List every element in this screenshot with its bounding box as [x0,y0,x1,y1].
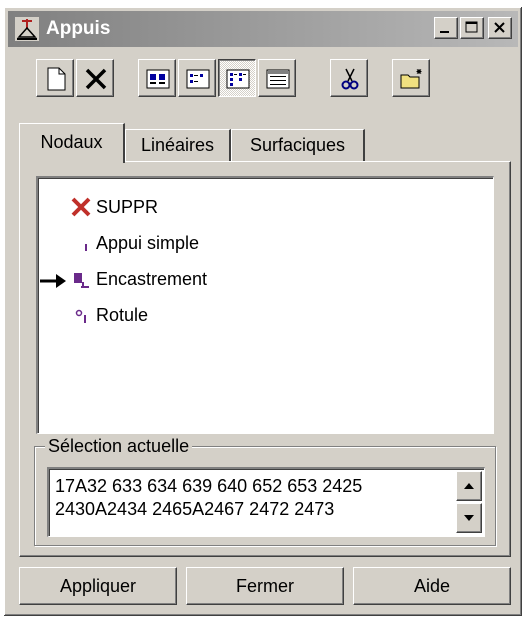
new-icon [47,67,66,91]
close-button[interactable] [488,17,512,39]
scroll-up-button[interactable] [456,471,482,501]
close-dialog-button[interactable]: Fermer [186,567,344,605]
minimize-icon [440,31,449,33]
selection-group: Sélection actuelle 17A32 633 634 639 640… [34,435,496,546]
minimize-button[interactable] [434,17,458,39]
tree-item-label: SUPPR [96,197,159,217]
maximize-button[interactable] [460,17,484,39]
new-folder-button[interactable] [392,59,430,97]
appuis-window: Appuis Nodaux Linéaires Surfaciques SUPP… [3,6,523,617]
list-view-button[interactable] [218,59,256,97]
large-icons-view-button[interactable] [138,59,176,97]
tab-label: Linéaires [140,135,215,155]
title-bar[interactable]: Appuis [8,11,518,47]
cut-button[interactable] [330,59,368,97]
red-x-icon [71,197,91,217]
tree-item-appui-simple[interactable]: Appui simple [85,226,200,260]
supports-app-icon [15,17,39,41]
support-tree-list[interactable]: SUPPR Appui simple Encastrement Rotule [36,176,494,434]
tree-item-label: Appui simple [96,233,200,253]
tab-lineaires[interactable]: Linéaires [125,129,231,161]
selection-textbox[interactable]: 17A32 633 634 639 640 652 653 2425 2430A… [47,467,485,537]
help-button[interactable]: Aide [353,567,511,605]
apply-button[interactable]: Appliquer [19,567,177,605]
new-folder-icon [400,69,422,89]
tree-item-label: Encastrement [96,269,208,289]
tab-nodaux[interactable]: Nodaux [19,123,125,163]
simple-support-icon [85,244,87,251]
details-view-button[interactable] [258,59,296,97]
details-view-icon [266,69,290,89]
large-icons-view-icon [146,69,170,89]
scroll-down-arrow-icon [464,515,474,521]
tab-surfaciques[interactable]: Surfaciques [231,129,365,161]
selection-value: 17A32 633 634 639 640 652 653 2425 2430A… [55,476,363,519]
list-view-icon [226,69,250,89]
small-icons-view-icon [186,69,210,89]
tree-item-label: Rotule [96,305,149,325]
tab-label: Surfaciques [249,135,346,155]
delete-button[interactable] [76,59,114,97]
tab-panel: SUPPR Appui simple Encastrement Rotule S… [19,161,511,557]
tree-item-encastrement[interactable]: Encastrement [74,262,208,296]
window-title: Appuis [46,18,111,39]
close-icon [494,22,505,33]
delete-x-icon [85,68,107,90]
new-button[interactable] [36,59,74,97]
selection-group-label: Sélection actuelle [45,435,193,457]
fixed-support-icon [74,273,89,288]
current-item-arrow-icon [40,274,66,288]
scroll-up-arrow-icon [464,483,474,489]
tab-label: Nodaux [40,132,103,152]
scissors-icon [341,68,359,90]
tree-item-rotule[interactable]: Rotule [75,298,149,332]
tree-item-suppr[interactable]: SUPPR [71,190,159,224]
scroll-down-button[interactable] [456,503,482,533]
small-icons-view-button[interactable] [178,59,216,97]
maximize-icon [465,21,478,33]
hinge-icon [75,309,86,323]
